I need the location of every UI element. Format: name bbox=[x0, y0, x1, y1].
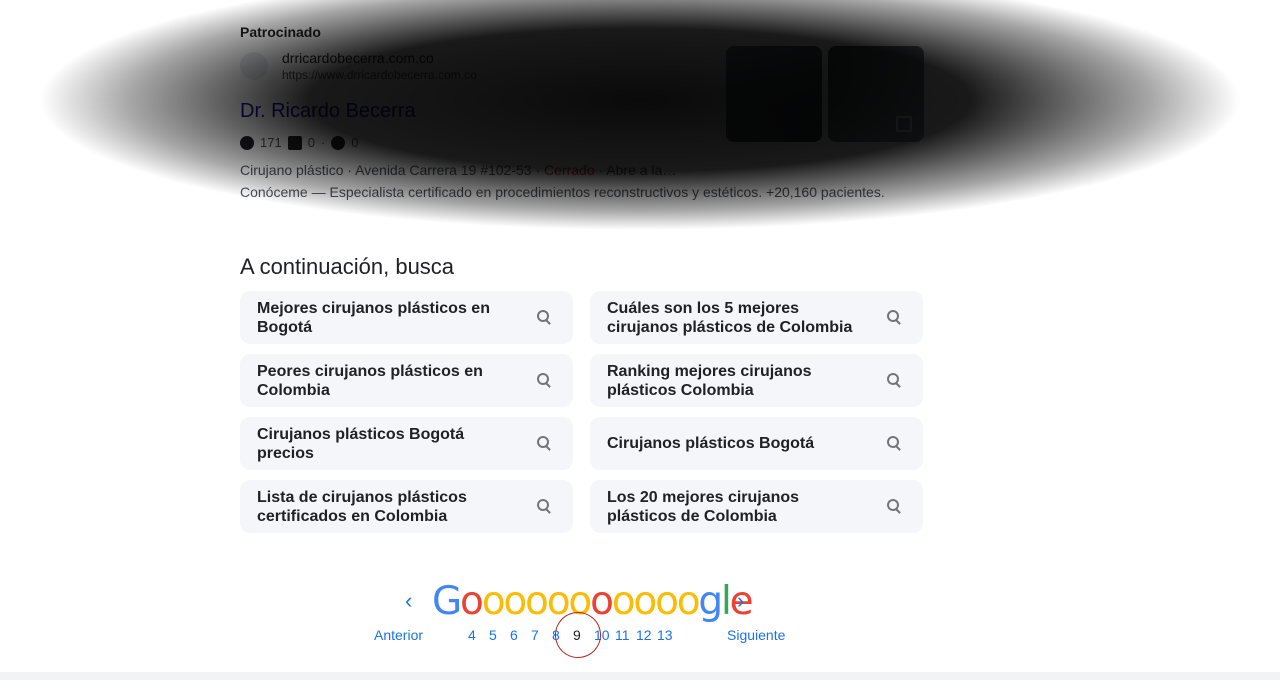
related-search-chip[interactable]: Lista de cirujanos plásticos certificado… bbox=[240, 480, 573, 533]
logo-letter: o bbox=[481, 579, 506, 624]
search-results-page: Patrocinado drricardobecerra.com.co http… bbox=[0, 0, 1280, 680]
related-search-chip[interactable]: Cuáles son los 5 mejores cirujanos plást… bbox=[590, 291, 923, 344]
footer-band bbox=[0, 672, 1280, 680]
gallery-icon bbox=[896, 116, 912, 132]
stat-2: 0 bbox=[307, 135, 315, 150]
page-link[interactable]: 5 bbox=[489, 627, 510, 643]
related-searches-grid: Mejores cirujanos plásticos en Bogotá Cu… bbox=[240, 291, 923, 533]
previous-page-link[interactable]: Anterior bbox=[374, 627, 423, 643]
related-search-text: Peores cirujanos plásticos en Colombia bbox=[257, 362, 483, 399]
search-icon bbox=[887, 435, 903, 452]
opening-hours: · Abre a la… bbox=[594, 162, 677, 178]
next-page-link[interactable]: Siguiente bbox=[727, 627, 785, 643]
logo-letter: o bbox=[611, 579, 636, 624]
search-icon bbox=[887, 498, 903, 515]
related-searches-title: A continuación, busca bbox=[240, 254, 455, 279]
page-link[interactable]: 11 bbox=[615, 627, 636, 643]
related-search-text: Los 20 mejores cirujanos plásticos de Co… bbox=[607, 488, 800, 525]
page-link[interactable]: 13 bbox=[657, 627, 678, 643]
stat-sep: · bbox=[320, 135, 326, 150]
search-icon bbox=[537, 498, 553, 515]
logo-letter: o bbox=[460, 579, 484, 624]
search-icon bbox=[887, 309, 903, 326]
page-link[interactable]: 6 bbox=[510, 627, 531, 643]
sponsored-ad: Patrocinado drricardobecerra.com.co http… bbox=[240, 24, 930, 200]
ad-category-address: Cirujano plástico · Avenida Carrera 19 #… bbox=[240, 162, 545, 178]
related-search-chip[interactable]: Peores cirujanos plásticos en Colombia bbox=[240, 354, 573, 407]
related-search-chip[interactable]: Mejores cirujanos plásticos en Bogotá bbox=[240, 291, 573, 344]
logo-letter: o bbox=[633, 579, 657, 624]
related-search-chip[interactable]: Cirujanos plásticos Bogotá bbox=[590, 417, 923, 470]
ad-site-url: https://www.drricardobecerra.com.co bbox=[282, 68, 477, 82]
related-search-chip[interactable]: Cirujanos plásticos Bogotá precios bbox=[240, 417, 573, 470]
related-search-text: Cuáles son los 5 mejores cirujanos plást… bbox=[607, 299, 853, 336]
logo-letter: G bbox=[432, 579, 462, 624]
search-icon bbox=[537, 309, 553, 326]
site-favicon-icon bbox=[240, 52, 268, 80]
related-search-text: Ranking mejores cirujanos plásticos Colo… bbox=[607, 362, 812, 399]
related-search-chip[interactable]: Ranking mejores cirujanos plásticos Colo… bbox=[590, 354, 923, 407]
logo-letter: o bbox=[503, 579, 527, 624]
page-link[interactable]: 12 bbox=[636, 627, 657, 643]
sponsored-label: Patrocinado bbox=[240, 24, 321, 40]
ad-description-line1: Cirujano plástico · Avenida Carrera 19 #… bbox=[240, 162, 930, 178]
rating-icon bbox=[240, 135, 254, 150]
ad-thumbnail-2[interactable] bbox=[828, 46, 924, 142]
ad-site-name: drricardobecerra.com.co bbox=[282, 50, 434, 66]
pagination-links: Anterior 4 5 6 7 8 9 10 11 12 13 Siguien… bbox=[0, 627, 1280, 647]
logo-letter: g bbox=[698, 579, 723, 624]
logo-letter: o bbox=[525, 579, 549, 624]
logo-letter: l bbox=[720, 579, 732, 624]
list-icon bbox=[287, 135, 302, 150]
stat-3: 0 bbox=[351, 135, 359, 150]
page-link[interactable]: 7 bbox=[531, 627, 552, 643]
page-link[interactable]: 4 bbox=[468, 627, 489, 643]
logo-letter: o bbox=[676, 579, 701, 624]
search-icon bbox=[537, 435, 553, 452]
logo-letter: o bbox=[655, 579, 679, 624]
chevron-right-icon[interactable]: › bbox=[737, 588, 744, 614]
search-icon bbox=[537, 372, 553, 389]
ad-thumbnails bbox=[726, 46, 924, 142]
stat-1: 171 bbox=[260, 135, 282, 150]
chevron-left-icon[interactable]: ‹ bbox=[405, 588, 412, 614]
related-search-text: Cirujanos plásticos Bogotá precios bbox=[257, 425, 465, 462]
business-status: Cerrado bbox=[544, 162, 595, 178]
search-icon bbox=[887, 372, 903, 389]
ad-thumbnail-1[interactable] bbox=[726, 46, 822, 142]
related-search-text: Lista de cirujanos plásticos certificado… bbox=[257, 488, 467, 525]
related-search-chip[interactable]: Los 20 mejores cirujanos plásticos de Co… bbox=[590, 480, 923, 533]
ad-description-line2: Conóceme — Especialista certificado en p… bbox=[240, 184, 885, 200]
key-icon bbox=[331, 135, 346, 150]
related-search-text: Mejores cirujanos plásticos en Bogotá bbox=[257, 299, 490, 336]
related-search-text: Cirujanos plásticos Bogotá bbox=[607, 435, 815, 452]
